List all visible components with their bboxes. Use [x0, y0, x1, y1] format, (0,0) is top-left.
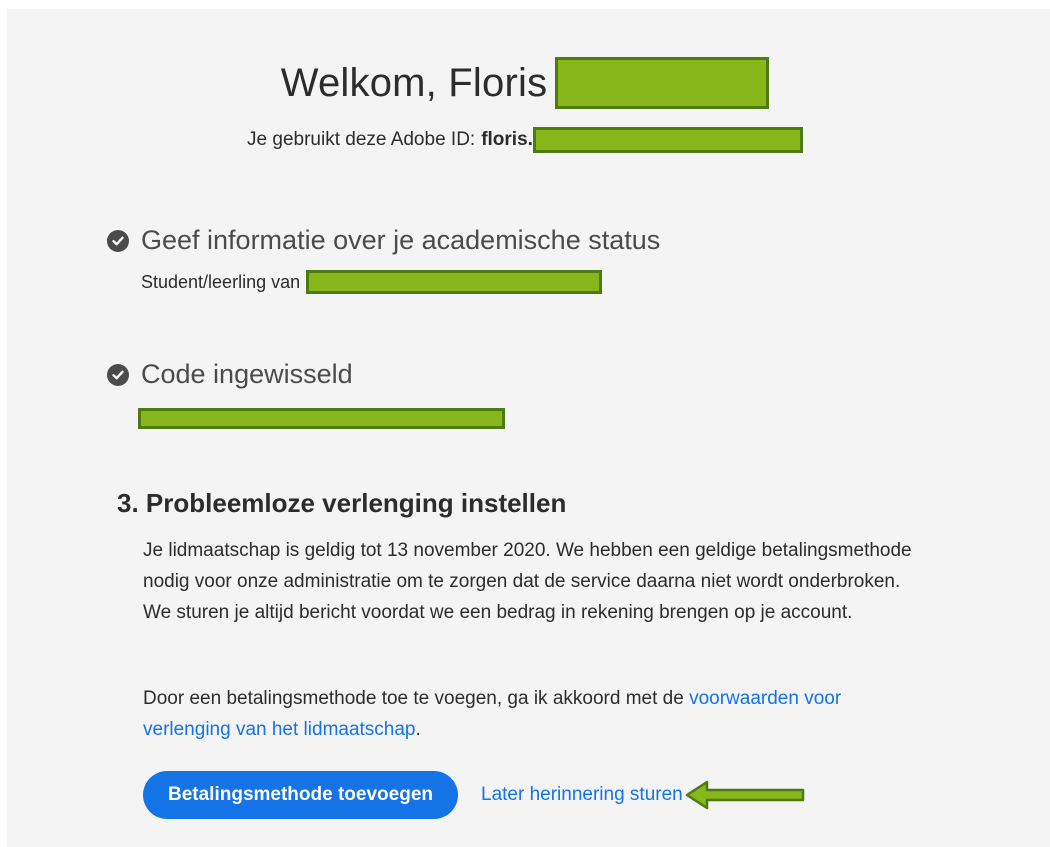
page-title-row: Welkom, Floris	[0, 57, 1050, 109]
step-academic-title: Geef informatie over je academische stat…	[141, 225, 661, 255]
redaction-block-email	[532, 127, 803, 153]
redaction-block-name	[555, 57, 770, 109]
checkmark-circle-icon	[107, 363, 129, 386]
renewal-terms-paragraph: Door een betalingsmethode toe te voegen,…	[143, 683, 913, 745]
terms-text: Door een betalingsmethode toe te voegen,…	[143, 688, 690, 709]
step-code: Code ingewisseld	[107, 359, 505, 434]
terms-suffix: .	[415, 719, 421, 740]
remind-later-link[interactable]: Later herinnering sturen	[481, 784, 683, 806]
page-title: Welkom, Floris	[280, 60, 548, 105]
action-row: Betalingsmethode toevoegen Later herinne…	[143, 771, 807, 819]
step-academic-detail-label: Student/leerling van	[141, 271, 301, 292]
redaction-block-code	[138, 408, 505, 429]
step-renewal-title: 3. Probleemloze verlenging instellen	[117, 488, 567, 518]
add-payment-button[interactable]: Betalingsmethode toevoegen	[143, 771, 458, 819]
checkmark-circle-icon	[107, 229, 129, 252]
adobe-id-value: floris.	[481, 129, 533, 150]
renewal-paragraph: Je lidmaatschap is geldig tot 13 novembe…	[143, 540, 912, 623]
arrow-left-icon	[685, 780, 807, 810]
adobe-id-row: Je gebruikt deze Adobe ID: floris.	[0, 127, 1050, 153]
step-code-title: Code ingewisseld	[141, 359, 353, 389]
adobe-id-label: Je gebruikt deze Adobe ID:	[247, 129, 476, 150]
redaction-block-school	[306, 270, 603, 294]
step-academic: Geef informatie over je academische stat…	[107, 225, 660, 294]
